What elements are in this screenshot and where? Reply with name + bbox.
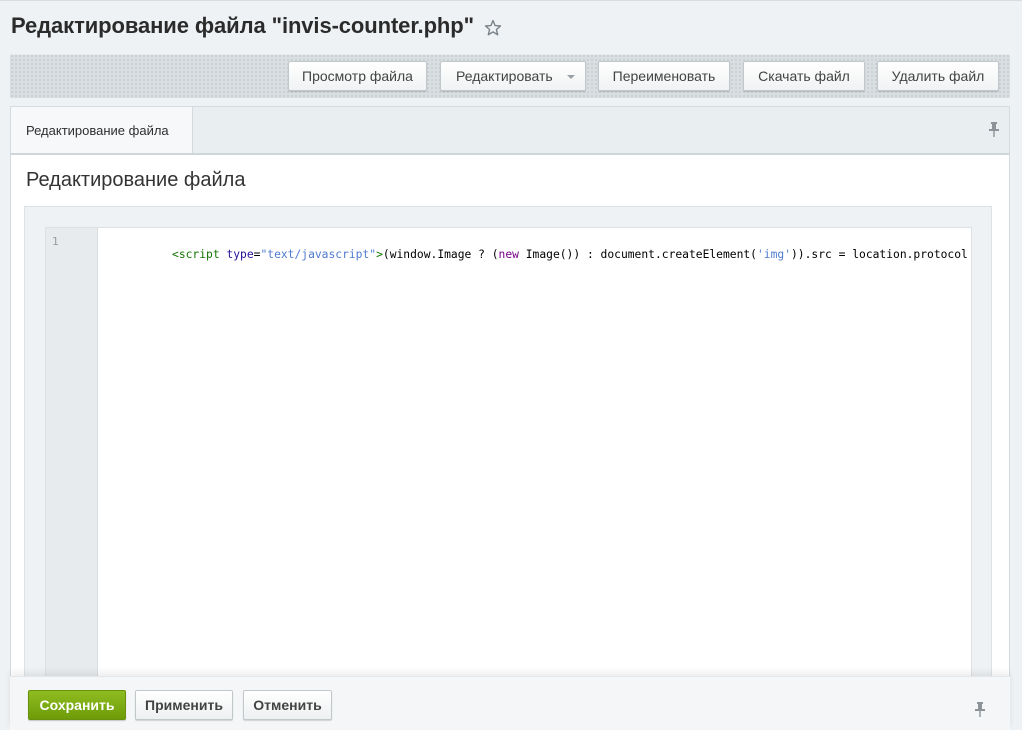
- line-number: 1: [52, 235, 59, 248]
- code-token: type: [226, 248, 254, 261]
- code-token: 'img': [756, 248, 791, 261]
- page: Редактирование файла "invis-counter.php"…: [0, 0, 1022, 730]
- code-token: "text/javascript": [260, 248, 377, 261]
- apply-label: Применить: [145, 697, 223, 713]
- code-token: <script: [172, 248, 220, 261]
- apply-button[interactable]: Применить: [135, 690, 233, 720]
- tab-bar: Редактирование файла: [10, 106, 1010, 154]
- tab-edit-file[interactable]: Редактирование файла: [10, 106, 193, 154]
- code-token: Image()) : document.createElement(: [518, 248, 757, 261]
- title-row: Редактирование файла "invis-counter.php": [11, 11, 502, 41]
- delete-file-button[interactable]: Удалить файл: [877, 61, 999, 91]
- code-token: )).src = location.protocol +: [791, 248, 972, 261]
- delete-label: Удалить файл: [891, 68, 985, 84]
- tab-edit-file-label: Редактирование файла: [26, 123, 169, 138]
- main-panel: Редактирование файла 1 <script type="tex…: [10, 155, 1010, 730]
- action-bar: Сохранить Применить Отменить: [10, 676, 1010, 730]
- cancel-button[interactable]: Отменить: [243, 690, 332, 720]
- code-token: (window.Image ? (: [382, 248, 499, 261]
- chevron-down-icon: [566, 74, 575, 79]
- editor-frame: 1 <script type="text/javascript">(window…: [24, 206, 992, 730]
- rename-label: Переименовать: [612, 68, 716, 84]
- code-line[interactable]: <script type="text/javascript">(window.I…: [104, 234, 972, 276]
- edit-label: Редактировать: [456, 68, 553, 84]
- save-label: Сохранить: [39, 697, 115, 713]
- view-file-button[interactable]: Просмотр файла: [288, 61, 427, 91]
- pin-icon[interactable]: [973, 701, 987, 719]
- code-token: new: [498, 248, 519, 261]
- page-title: Редактирование файла "invis-counter.php": [11, 13, 474, 38]
- cancel-label: Отменить: [253, 697, 322, 713]
- pin-icon[interactable]: [987, 121, 1001, 139]
- code-editor[interactable]: 1 <script type="text/javascript">(window…: [45, 227, 972, 730]
- toolbar: Просмотр файла Редактировать Переименова…: [10, 54, 1010, 98]
- download-file-button[interactable]: Скачать файл: [743, 61, 865, 91]
- code-token: >: [376, 248, 383, 261]
- section-title: Редактирование файла: [26, 169, 246, 191]
- edit-dropdown-button[interactable]: Редактировать: [440, 61, 586, 91]
- star-icon[interactable]: [484, 19, 502, 37]
- download-label: Скачать файл: [758, 68, 850, 84]
- view-file-label: Просмотр файла: [302, 68, 413, 84]
- save-button[interactable]: Сохранить: [28, 690, 126, 720]
- line-gutter: 1: [46, 228, 98, 730]
- rename-button[interactable]: Переименовать: [598, 61, 730, 91]
